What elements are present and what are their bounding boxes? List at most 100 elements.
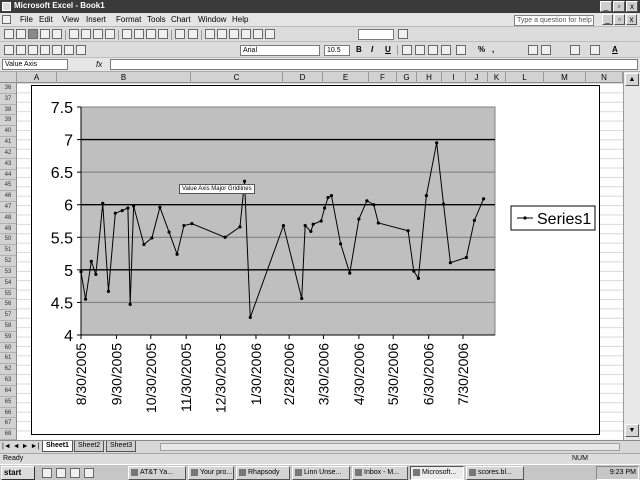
- minimize-button[interactable]: _: [600, 1, 612, 12]
- column-header[interactable]: K: [488, 72, 506, 83]
- plot-area[interactable]: [80, 106, 496, 336]
- row-header[interactable]: 61: [0, 353, 16, 365]
- row-header[interactable]: 55: [0, 289, 16, 300]
- menu-window[interactable]: Window: [198, 15, 226, 24]
- row-header[interactable]: 62: [0, 364, 16, 376]
- row-header[interactable]: 39: [0, 115, 16, 127]
- quicklaunch-desktop-icon[interactable]: [84, 468, 94, 478]
- horizontal-scrollbar[interactable]: [160, 443, 620, 451]
- quicklaunch-media-icon[interactable]: [70, 468, 80, 478]
- column-header[interactable]: H: [417, 72, 442, 83]
- menu-file[interactable]: File: [20, 15, 33, 24]
- taskbar-item[interactable]: AT&T Ya...: [128, 466, 186, 480]
- row-header[interactable]: 45: [0, 180, 16, 192]
- email-icon[interactable]: [52, 29, 62, 39]
- increase-indent-icon[interactable]: [541, 45, 551, 55]
- vertical-scrollbar[interactable]: ▲ ▼: [623, 72, 640, 440]
- sheet-tab-sheet1[interactable]: Sheet1: [42, 441, 73, 452]
- chart-area[interactable]: 4 4.5 5 5.5 6 6.5 7 7.5 8/30/2005 9/30/2005 10/30…: [31, 85, 600, 435]
- merge-center-icon[interactable]: [441, 45, 451, 55]
- menu-tools[interactable]: Tools: [147, 15, 166, 24]
- column-header[interactable]: L: [506, 72, 544, 83]
- font-name-combo[interactable]: Arial: [240, 45, 320, 56]
- column-header[interactable]: B: [57, 72, 191, 83]
- row-header[interactable]: 47: [0, 202, 16, 213]
- column-header[interactable]: E: [323, 72, 369, 83]
- row-header[interactable]: 42: [0, 148, 16, 159]
- workbook-restore-button[interactable]: ▫: [614, 14, 625, 25]
- row-header[interactable]: 46: [0, 191, 16, 202]
- autosum-icon[interactable]: [217, 29, 227, 39]
- system-tray-clock[interactable]: 9:23 PM: [596, 466, 639, 480]
- bold-button[interactable]: B: [356, 45, 362, 54]
- start-button[interactable]: start: [1, 466, 35, 480]
- taskbar-item[interactable]: scores.bl...: [466, 466, 524, 480]
- align-right-icon[interactable]: [428, 45, 438, 55]
- zoom-combo[interactable]: [358, 29, 394, 40]
- row-header[interactable]: 51: [0, 245, 16, 257]
- quicklaunch-email-icon[interactable]: [56, 468, 66, 478]
- percent-button[interactable]: %: [478, 45, 485, 54]
- permission-icon[interactable]: [40, 29, 50, 39]
- fill-color-icon[interactable]: [590, 45, 600, 55]
- excel-app-icon[interactable]: [2, 2, 11, 11]
- category-axis[interactable]: 8/30/2005 9/30/2005 10/30/2005 11/30/2005 12…: [73, 334, 495, 413]
- quicklaunch-ie-icon[interactable]: [42, 468, 52, 478]
- taskbar-item[interactable]: Rhapsody: [236, 466, 290, 480]
- italic-button[interactable]: I: [371, 45, 373, 54]
- workbook-minimize-button[interactable]: _: [602, 14, 613, 25]
- row-header[interactable]: 67: [0, 418, 16, 430]
- comma-button[interactable]: ,: [492, 45, 494, 54]
- print-icon[interactable]: [69, 29, 79, 39]
- copy-icon[interactable]: [134, 29, 144, 39]
- row-header[interactable]: 63: [0, 375, 16, 386]
- chart-wizard-icon[interactable]: [253, 29, 263, 39]
- row-header[interactable]: 38: [0, 105, 16, 116]
- row-header[interactable]: 49: [0, 224, 16, 235]
- fx-icon[interactable]: fx: [96, 60, 102, 69]
- workbook-icon[interactable]: [2, 15, 11, 24]
- row-header[interactable]: 59: [0, 332, 16, 343]
- column-header[interactable]: A: [17, 72, 57, 83]
- align-center-icon[interactable]: [415, 45, 425, 55]
- column-header[interactable]: M: [544, 72, 586, 83]
- row-header[interactable]: 68: [0, 429, 16, 440]
- menu-insert[interactable]: Insert: [86, 15, 106, 24]
- decrease-indent-icon[interactable]: [528, 45, 538, 55]
- taskbar-item[interactable]: Inbox - M...: [352, 466, 408, 480]
- row-header[interactable]: 41: [0, 137, 16, 148]
- angle-text-icon[interactable]: [64, 45, 74, 55]
- row-header[interactable]: 66: [0, 408, 16, 419]
- format-painter-icon[interactable]: [158, 29, 168, 39]
- borders-icon[interactable]: [570, 45, 580, 55]
- line-chart[interactable]: 4 4.5 5 5.5 6 6.5 7 7.5 8/30/2005 9/30/2005 10/30…: [32, 86, 601, 436]
- row-header[interactable]: 43: [0, 159, 16, 170]
- column-header[interactable]: F: [369, 72, 397, 83]
- align-left-icon[interactable]: [402, 45, 412, 55]
- column-header[interactable]: D: [283, 72, 323, 83]
- undo-icon[interactable]: [175, 29, 185, 39]
- menu-help[interactable]: Help: [232, 15, 248, 24]
- drawing-icon[interactable]: [265, 29, 275, 39]
- by-row-icon[interactable]: [40, 45, 50, 55]
- paste-icon[interactable]: [146, 29, 156, 39]
- open-icon[interactable]: [16, 29, 26, 39]
- taskbar-item-active[interactable]: Microsoft...: [410, 466, 464, 480]
- format-icon[interactable]: [76, 45, 86, 55]
- workbook-close-button[interactable]: x: [626, 14, 637, 25]
- scroll-up-arrow-icon[interactable]: ▲: [625, 73, 639, 86]
- chart-legend[interactable]: Series1: [510, 205, 596, 231]
- row-header[interactable]: 52: [0, 256, 16, 267]
- sheet-nav-arrows[interactable]: |◄ ◄ ► ►|: [2, 443, 39, 450]
- menu-chart[interactable]: Chart: [171, 15, 191, 24]
- currency-icon[interactable]: [456, 45, 466, 55]
- row-header[interactable]: 60: [0, 343, 16, 354]
- value-axis[interactable]: 4 4.5 5 5.5 6 6.5 7 7.5: [51, 100, 82, 345]
- column-header[interactable]: C: [191, 72, 283, 83]
- row-header[interactable]: 40: [0, 126, 16, 138]
- maximize-button[interactable]: ▫: [613, 1, 625, 12]
- formula-input[interactable]: [110, 59, 638, 70]
- menu-edit[interactable]: Edit: [39, 15, 53, 24]
- sort-descending-icon[interactable]: [241, 29, 251, 39]
- print-preview-icon[interactable]: [81, 29, 91, 39]
